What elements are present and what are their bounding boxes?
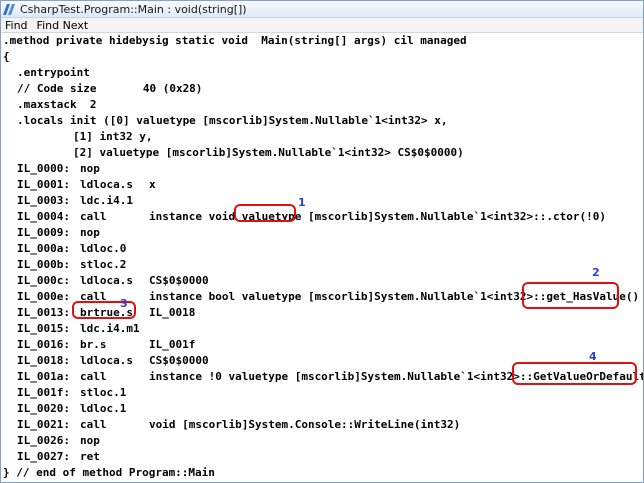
menu-bar: Find Find Next [1, 18, 643, 33]
instruction-opcode: ret [80, 450, 100, 463]
instruction-opcode: nop [80, 434, 100, 447]
entrypoint-directive: .entrypoint [17, 66, 90, 79]
instruction-label: IL_0020: [17, 402, 70, 415]
instruction-operand: IL_001f [149, 338, 196, 351]
instruction-opcode: ldloca.s [80, 354, 133, 367]
instruction-operand: CS$0$0000 [149, 274, 209, 287]
marker-1: 1 [298, 196, 306, 209]
instruction-label: IL_000e: [17, 290, 70, 303]
marker-2: 2 [592, 266, 600, 279]
method-footer: } // end of method Program::Main [3, 466, 215, 479]
instruction-operand: CS$0$0000 [149, 354, 209, 367]
instruction-operand: instance bool valuetype [mscorlib]System… [149, 290, 640, 303]
instruction-opcode: stloc.1 [80, 386, 127, 399]
instruction-opcode: stloc.2 [80, 258, 127, 271]
locals-line-0: .locals init ([0] valuetype [mscorlib]Sy… [17, 114, 448, 127]
window-title: CsharpTest.Program::Main : void(string[]… [20, 2, 247, 16]
instruction-label: IL_000b: [17, 258, 70, 271]
instruction-label: IL_001a: [17, 370, 70, 383]
instruction-label: IL_0009: [17, 226, 70, 239]
instruction-operand: x [149, 178, 156, 191]
instruction-opcode: call [80, 370, 107, 383]
instruction-opcode: ldc.i4.1 [80, 194, 133, 207]
title-bar[interactable]: CsharpTest.Program::Main : void(string[]… [1, 1, 643, 18]
ildasm-window: CsharpTest.Program::Main : void(string[]… [0, 0, 644, 483]
instruction-label: IL_0004: [17, 210, 70, 223]
locals-line-2: [2] valuetype [mscorlib]System.Nullable`… [73, 146, 464, 159]
instruction-label: IL_000c: [17, 274, 70, 287]
instruction-opcode: br.s [80, 338, 107, 351]
method-header: .method private hidebysig static void Ma… [3, 34, 467, 47]
instruction-opcode: nop [80, 162, 100, 175]
instruction-opcode: call [80, 418, 107, 431]
instruction-label: IL_0026: [17, 434, 70, 447]
open-brace: { [3, 50, 10, 63]
instruction-label: IL_001f: [17, 386, 70, 399]
instruction-label: IL_0001: [17, 178, 70, 191]
instruction-label: IL_0015: [17, 322, 70, 335]
marker-4: 4 [589, 350, 597, 363]
instruction-label: IL_0027: [17, 450, 70, 463]
instruction-label: IL_0013: [17, 306, 70, 319]
instruction-label: IL_0003: [17, 194, 70, 207]
instruction-opcode: ldloca.s [80, 274, 133, 287]
instruction-opcode: call [80, 210, 107, 223]
instruction-label: IL_0018: [17, 354, 70, 367]
instruction-opcode: ldc.i4.m1 [80, 322, 140, 335]
instruction-opcode: ldloc.0 [80, 242, 127, 255]
instruction-operand: instance !0 valuetype [mscorlib]System.N… [149, 370, 644, 383]
instruction-operand: void [mscorlib]System.Console::WriteLine… [149, 418, 461, 431]
instruction-opcode: ldloc.1 [80, 402, 127, 415]
instruction-opcode: nop [80, 226, 100, 239]
instruction-label: IL_0016: [17, 338, 70, 351]
maxstack-directive: .maxstack 2 [17, 98, 97, 111]
il-code-view[interactable]: .method private hidebysig static void Ma… [1, 33, 643, 482]
instruction-opcode: call [80, 290, 107, 303]
instruction-label: IL_0000: [17, 162, 70, 175]
instruction-label: IL_0021: [17, 418, 70, 431]
locals-line-1: [1] int32 y, [73, 130, 153, 143]
marker-3: 3 [120, 297, 128, 310]
menu-find-next[interactable]: Find Next [37, 19, 89, 32]
instruction-operand: IL_0018 [149, 306, 196, 319]
code-size-comment: // Code size 40 (0x28) [17, 82, 203, 95]
instruction-label: IL_000a: [17, 242, 70, 255]
instruction-operand: instance void valuetype [mscorlib]System… [149, 210, 606, 223]
instruction-opcode: ldloca.s [80, 178, 133, 191]
menu-find[interactable]: Find [5, 19, 28, 32]
app-icon [4, 4, 16, 15]
